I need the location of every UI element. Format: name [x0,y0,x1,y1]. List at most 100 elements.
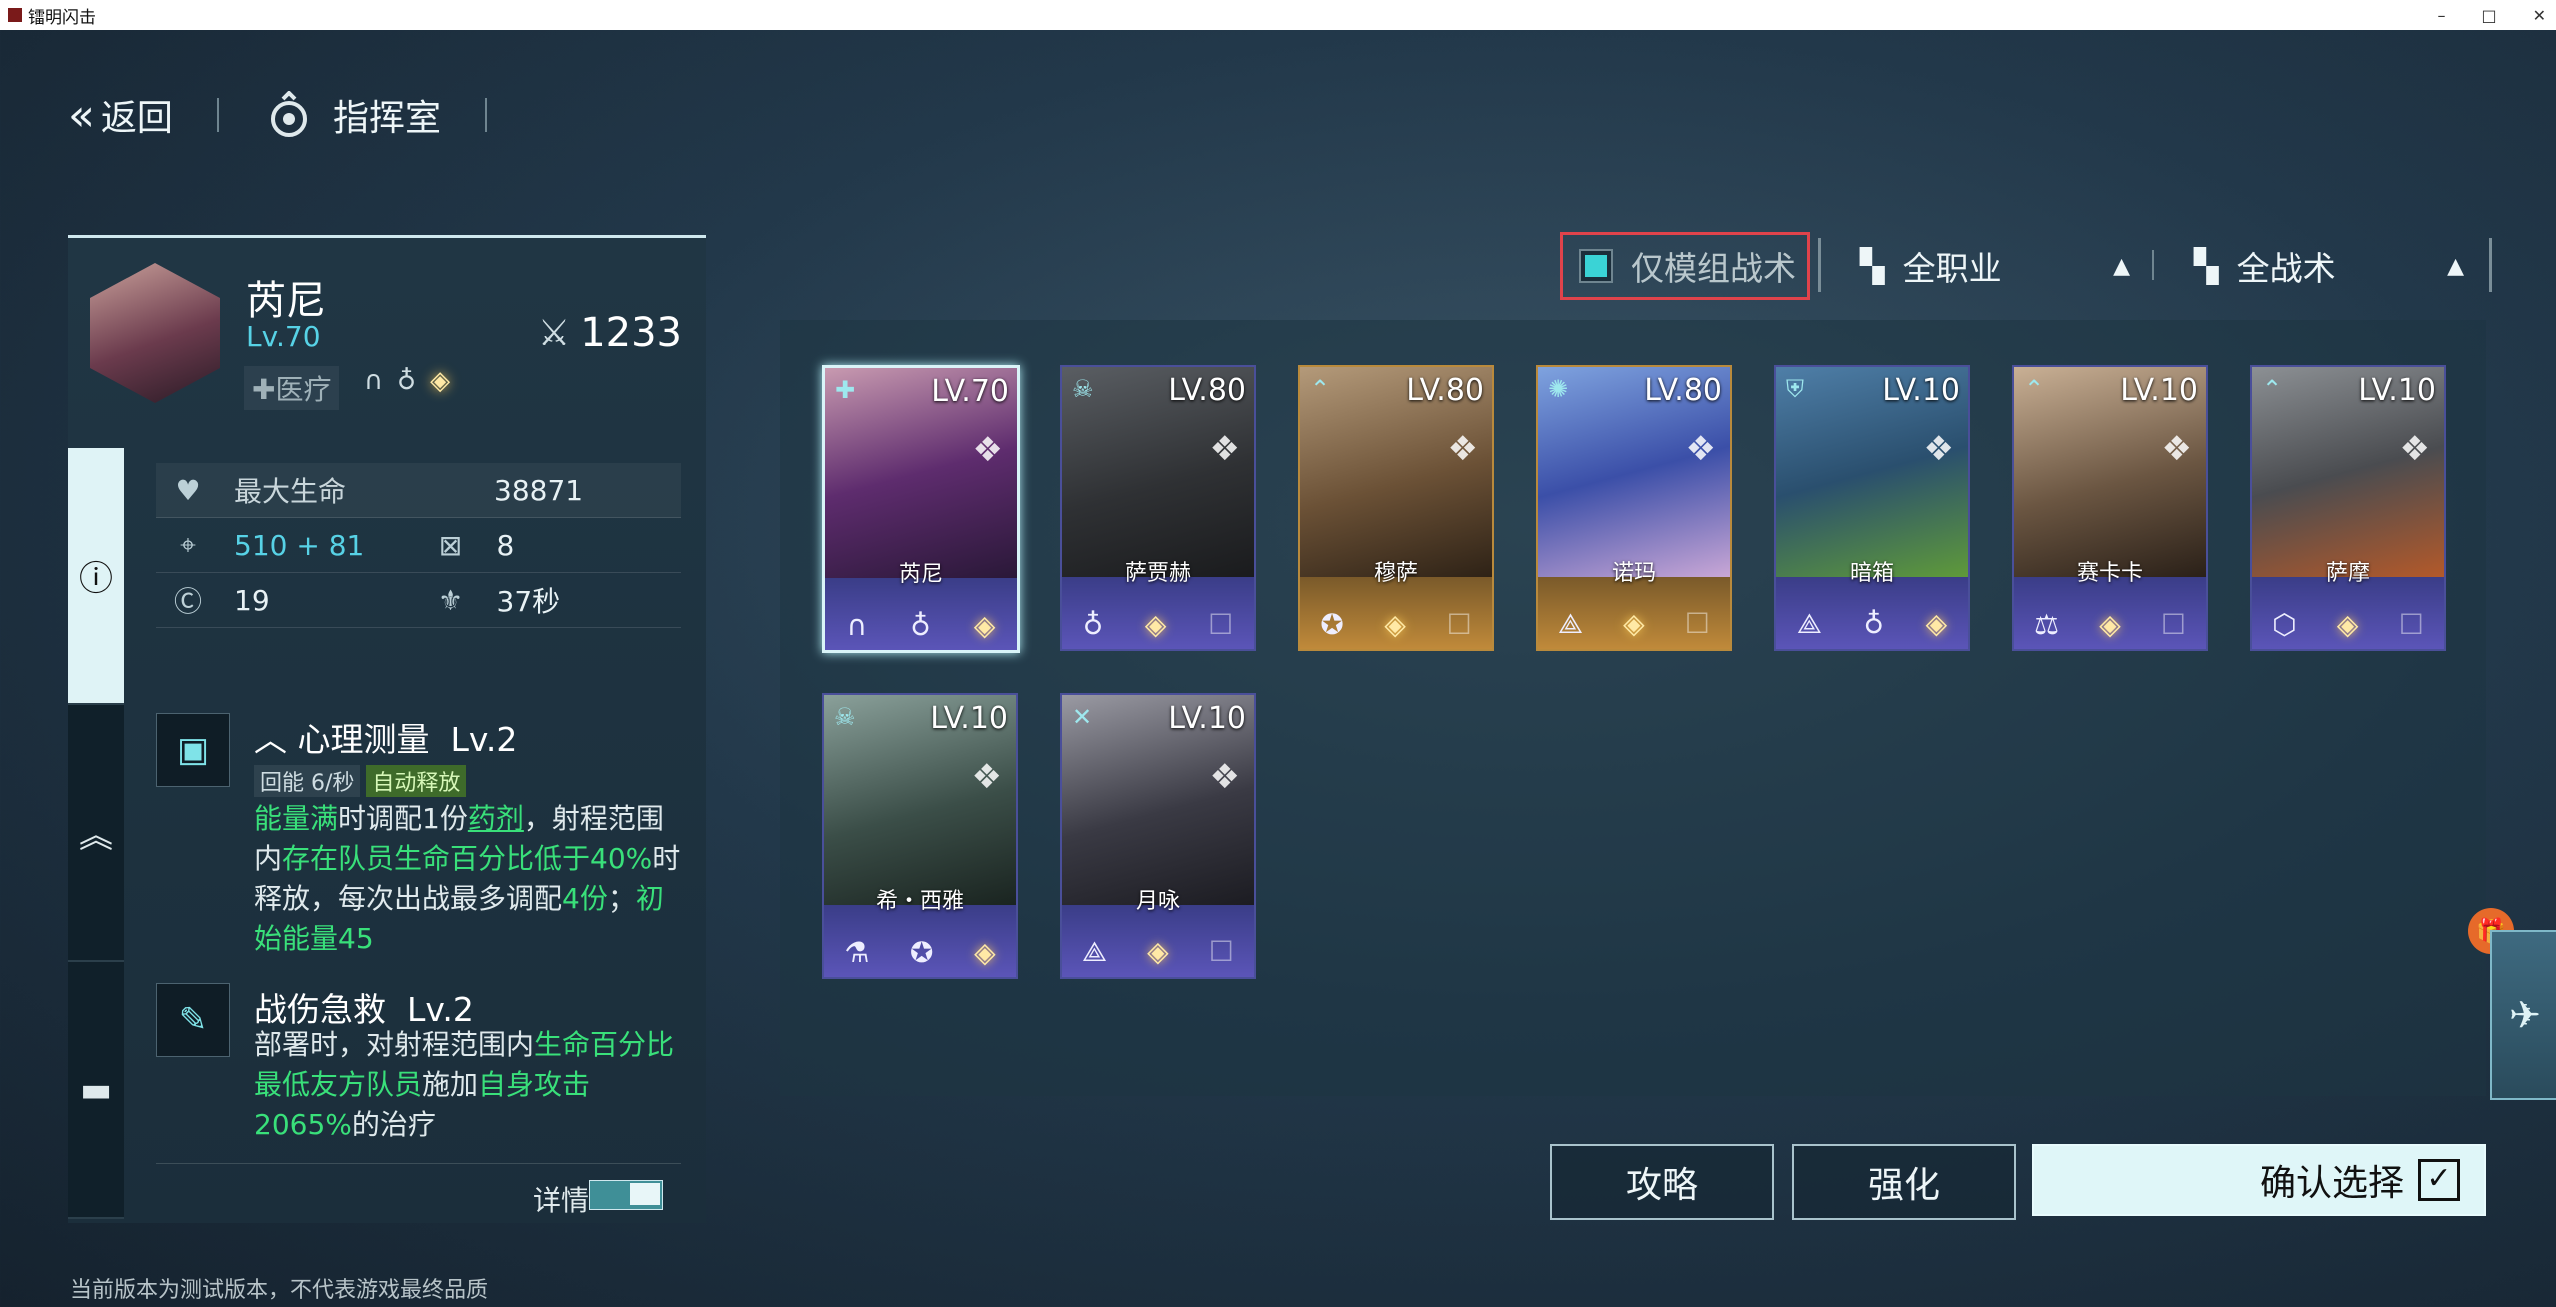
desc-text: 时调配1份 [338,802,468,835]
character-name: 芮尼 [246,278,326,324]
top-nav: « 返回 指挥室 [68,85,531,145]
trait-chips: ⚗ ✪ ◈ [824,936,1016,969]
plus-icon: ✚ [252,373,276,406]
operator-card[interactable]: ☠ LV.10 ❖ 希・西雅 ⚗ ✪ ◈ [822,693,1018,979]
detail-toggle[interactable] [589,1180,663,1210]
skill-1: ▣ ︿ 心理测量 Lv.2 回能 6/秒 自动释放 能量满时调配1份药剂，射程范… [156,713,681,955]
rifle-icon: ▬ [79,1069,113,1110]
operator-name: 赛卡卡 [2076,561,2143,586]
diamond-icon: ◈ [2336,608,2359,641]
redeploy-cell: ⚜ 37秒 [419,580,682,620]
window-controls: – □ ✕ [2437,0,2546,30]
checkbox[interactable] [1585,255,1607,277]
trait-chips: ⟁ ♁ ◈ [1776,607,1968,641]
minimize-button[interactable]: – [2437,6,2445,25]
info-icon: ⓘ [79,559,113,599]
tactics-dropdown-label: 全战术 [2236,249,2336,288]
operator-card[interactable]: ⛨ LV.10 ❖ 暗箱 ⟁ ♁ ◈ [1774,365,1970,651]
skill-2-level: Lv.2 [406,990,474,1029]
operator-level: LV.80 [1406,373,1484,408]
double-chevron-up-icon: ︽ [79,816,113,856]
trait-chips: ✪ ◈ ☐ [1300,608,1492,641]
trait-icon: ∩ [846,609,868,642]
class-dropdown-label: 全职业 [1902,249,2002,288]
crossed-swords-icon: ⚔ [537,312,571,354]
operator-card[interactable]: ✕ LV.10 ❖ 月咏 ⟁ ◈ ☐ [1060,693,1256,979]
trait-icon: ♁ [1863,607,1884,640]
diamond-icon[interactable]: ◈ [430,366,450,396]
command-room-link[interactable]: 指挥室 [333,89,441,141]
tab-weapon[interactable]: ▬ [68,962,124,1219]
checkmark-icon: ✓ [2418,1159,2460,1201]
app-icon [8,8,22,22]
operator-card[interactable]: ⌃ LV.10 ❖ 赛卡卡 ⚖ ◈ ☐ [2012,365,2208,651]
range-cell: ⊠ 8 [419,529,682,562]
class-icon: ✕ [1072,703,1093,731]
dropdown-divider [2152,250,2154,280]
atk-bonus: + 81 [296,528,365,562]
trait-icon: ⟁ [1082,935,1108,968]
battery-plus-icon[interactable]: ▣ [156,713,230,787]
syringe-icon[interactable]: ✎ [156,983,230,1057]
trait-icon: ⟁ [1558,607,1584,640]
module-only-filter[interactable]: 仅模组战术 [1560,232,1810,300]
back-button[interactable]: 返回 [101,89,173,141]
character-portrait [90,263,220,403]
cost-value: 19 [234,583,270,617]
trait-icon: ♁ [1082,608,1104,641]
stats-block: ♥ 最大生命 38871 ⌖ 510 + 81 ⊠ 8 Ⓒ 19 ⚜ 37秒 [156,463,681,628]
crosshair-icon: ⌖ [180,528,196,561]
diamond-icon: ◈ [1147,935,1169,968]
enhance-button[interactable]: 强化 [1792,1144,2016,1220]
trait-chips: ♁ ◈ ☐ [1062,608,1254,641]
tactics-dropdown[interactable]: ▚ 全战术 ▲ [2194,240,2464,292]
empty-slot-icon: ☐ [2398,608,2424,641]
trait-icon: ✪ [910,936,934,969]
skill-1-regen: 回能 6/秒 [254,765,361,797]
chevron-up-icon: ︿ [254,720,287,759]
command-room-icon[interactable] [263,91,315,139]
operator-card[interactable]: ✺ LV.80 ❖ 诺玛 ⟁ ◈ ☐ [1536,365,1732,651]
skill-2-title: 战伤急救 Lv.2 [254,983,474,1031]
tab-info[interactable]: ⓘ [68,448,124,705]
back-chevron-icon[interactable]: « [68,90,95,141]
element-icon: ❖ [1209,429,1240,469]
diamond-icon: ◈ [974,936,996,969]
medic-icon[interactable]: ♁ [397,366,416,396]
class-icon: ✚ [835,376,856,404]
class-icon: ☠ [834,703,856,731]
range-icon: ⊠ [438,528,463,562]
tab-upgrade[interactable]: ︽ [68,705,124,962]
caret-up-icon: ▲ [2447,253,2464,279]
close-button[interactable]: ✕ [2533,6,2546,25]
side-dock-button[interactable]: ✈ [2490,930,2556,1100]
combat-power-value: 1233 [580,310,682,356]
operator-level: LV.10 [930,701,1008,736]
window-title: 镭明闪击 [28,7,96,28]
confirm-select-button[interactable]: 确认选择 ✓ [2032,1144,2486,1216]
role-badge: ✚医疗 [244,366,340,410]
operator-card[interactable]: ☠ LV.80 ❖ 萨贾赫 ♁ ◈ ☐ [1060,365,1256,651]
operator-card[interactable]: ⌃ LV.80 ❖ 穆萨 ✪ ◈ ☐ [1298,365,1494,651]
operator-level: LV.10 [2358,373,2436,408]
magnet-icon[interactable]: ∩ [364,366,383,396]
class-icon: ✺ [1548,375,1569,403]
desc-text: 4份 [562,882,608,915]
combat-power: ⚔ 1233 [538,310,682,356]
detail-label: 详情 [532,1184,589,1217]
empty-slot-icon: ☐ [1446,608,1472,641]
class-dropdown[interactable]: ▚ 全职业 ▲ [1860,240,2130,292]
guide-button[interactable]: 攻略 [1550,1144,1774,1220]
operator-card[interactable]: ⌃ LV.10 ❖ 萨摩 ⬡ ◈ ☐ [2250,365,2446,651]
skill-1-name: 心理测量 [297,720,430,759]
operator-name: 穆萨 [1373,561,1418,586]
operator-name: 月咏 [1135,889,1180,914]
trait-icon: ✪ [1320,608,1344,641]
hp-value: 38871 [494,473,584,507]
nav-divider [484,98,487,132]
maximize-button[interactable]: □ [2481,6,2496,25]
trait-icon: ⟁ [1796,607,1822,640]
desc-text[interactable]: 药剂 [468,802,524,835]
operator-card[interactable]: ✚ LV.70 ❖ 芮尼 ∩ ♁ ◈ [822,365,1020,653]
skill-1-meta: 回能 6/秒 自动释放 [254,765,467,797]
